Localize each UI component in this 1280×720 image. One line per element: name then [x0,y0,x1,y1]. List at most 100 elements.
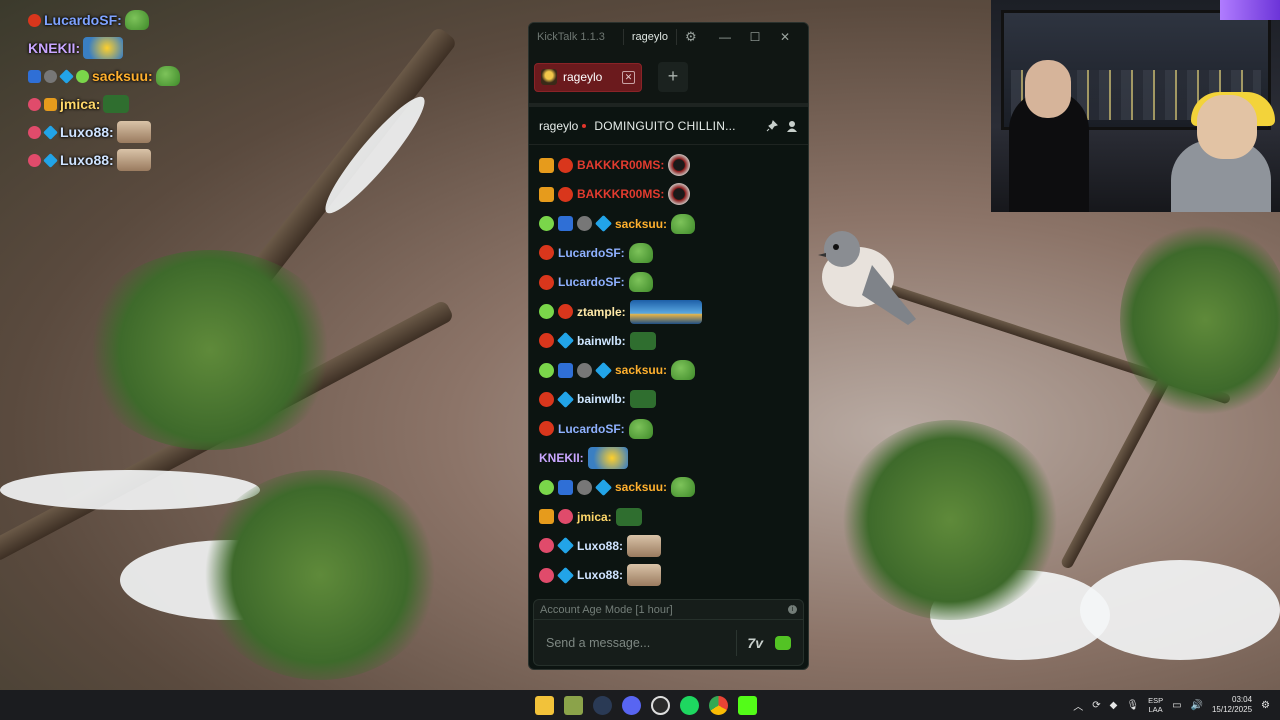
emote-icon[interactable] [628,418,653,439]
badge-icon[interactable] [539,274,554,290]
clock[interactable]: 03:04 15/12/2025 [1212,695,1252,715]
badge-icon[interactable] [595,478,612,496]
chat-message-list[interactable]: BAKKKR00MS: BAKKKR00MS: sacksuu: LucardoSF:… [529,146,808,598]
badge-icon[interactable] [539,391,554,407]
sync-icon[interactable]: ⟳ [1092,700,1100,711]
add-tab-button[interactable]: + [658,62,688,92]
account-chip[interactable]: rageylo [622,29,677,45]
chat-username[interactable]: sacksuu: [615,217,667,231]
emote-icon[interactable] [627,534,662,557]
kick-icon[interactable] [738,695,757,715]
chat-username[interactable]: bainwlb: [577,392,626,406]
chat-message[interactable]: LucardoSF: [539,268,653,296]
chat-username[interactable]: sacksuu: [615,480,667,494]
badge-icon[interactable] [539,479,554,495]
volume-icon[interactable]: 🔊 [1191,700,1203,711]
badge-icon[interactable] [577,216,592,232]
chat-username[interactable]: BAKKKR00MS: [577,187,664,201]
chat-message[interactable]: BAKKKR00MS: [539,180,691,208]
chat-username[interactable]: LucardoSF: [558,422,625,436]
emote-icon[interactable] [629,299,702,324]
close-button[interactable]: ✕ [770,30,800,44]
seventv-emote-button[interactable]: 7v [747,635,763,651]
file-explorer-icon[interactable] [535,695,554,715]
badge-icon[interactable] [558,479,573,495]
badge-icon[interactable] [558,304,573,319]
pin-icon[interactable] [766,119,778,132]
badge-icon[interactable] [558,157,573,173]
chat-username[interactable]: jmica: [577,510,612,524]
steam-icon[interactable] [593,695,612,715]
chat-username[interactable]: Luxo88: [577,539,623,553]
badge-icon[interactable] [539,245,554,261]
badge-icon[interactable] [539,186,554,202]
badge-icon[interactable] [539,157,554,173]
emote-icon[interactable] [615,507,642,526]
chat-message[interactable]: bainwlb: [539,327,656,355]
chat-message[interactable]: LucardoSF: [539,415,653,443]
message-input[interactable]: Send a message... [546,636,736,650]
badge-icon[interactable] [539,421,554,437]
chat-message[interactable]: sacksuu: [539,356,696,384]
minimize-button[interactable]: — [710,30,740,44]
emote-icon[interactable] [668,183,691,206]
game-icon[interactable] [564,695,583,715]
microphone-icon[interactable]: 🎙 [1126,700,1139,711]
maximize-button[interactable]: ☐ [740,30,770,44]
chat-username[interactable]: sacksuu: [615,363,667,377]
chat-message[interactable]: sacksuu: [539,473,696,501]
chat-message[interactable]: KNEKII: [539,444,628,472]
chat-message[interactable]: jmica: [539,503,642,531]
badge-icon[interactable] [539,567,554,583]
badge-icon[interactable] [558,509,573,525]
chat-username[interactable]: BAKKKR00MS: [577,158,664,172]
emote-icon[interactable] [668,154,691,176]
obs-icon[interactable] [651,695,670,715]
badge-icon[interactable] [539,538,554,554]
chat-username[interactable]: ztample: [577,305,626,319]
user-icon[interactable] [786,120,798,132]
notification-icon[interactable]: ⚙ [1261,700,1270,711]
badge-icon[interactable] [558,186,573,202]
emote-icon[interactable] [628,242,653,263]
emote-icon[interactable] [629,390,656,409]
badge-icon[interactable] [558,362,573,378]
tab-close-icon[interactable]: ✕ [622,70,635,84]
chrome-icon[interactable] [709,695,728,715]
chat-username[interactable]: Luxo88: [577,568,623,582]
emote-icon[interactable] [671,360,696,381]
chat-username[interactable]: LucardoSF: [558,246,625,260]
emote-icon[interactable] [629,331,656,350]
badge-icon[interactable] [577,479,592,495]
badge-icon[interactable] [557,390,574,408]
emote-icon[interactable] [628,272,653,293]
badge-icon[interactable] [595,215,612,233]
badge-icon[interactable] [577,362,592,378]
tab-rageylo[interactable]: rageylo ✕ [534,62,642,92]
chat-message[interactable]: sacksuu: [539,210,696,238]
spotify-icon[interactable] [680,695,699,715]
kick-emote-icon[interactable] [775,635,791,650]
badge-icon[interactable] [539,333,554,349]
chat-message[interactable]: bainwlb: [539,385,656,413]
chat-message[interactable]: LucardoSF: [539,239,653,267]
chat-message[interactable]: ztample: [539,298,702,326]
chat-message[interactable]: Luxo88: [539,532,662,560]
badge-icon[interactable] [539,216,554,232]
chat-message[interactable]: BAKKKR00MS: [539,151,691,179]
chat-username[interactable]: bainwlb: [577,334,626,348]
discord-icon[interactable] [622,695,641,715]
language-indicator[interactable]: ESP LAA [1148,696,1163,714]
chat-username[interactable]: LucardoSF: [558,275,625,289]
emote-icon[interactable] [627,564,662,587]
badge-icon[interactable] [539,362,554,378]
network-icon[interactable]: ▭ [1172,700,1181,711]
emote-icon[interactable] [671,477,696,498]
badge-icon[interactable] [539,304,554,319]
badge-icon[interactable] [557,537,574,555]
badge-icon[interactable] [557,332,574,350]
badge-icon[interactable] [595,361,612,379]
chevron-up-icon[interactable]: ︿ [1073,698,1083,713]
shield-icon[interactable]: ◆ [1110,700,1118,711]
settings-gear-icon[interactable]: ⚙ [685,29,697,45]
